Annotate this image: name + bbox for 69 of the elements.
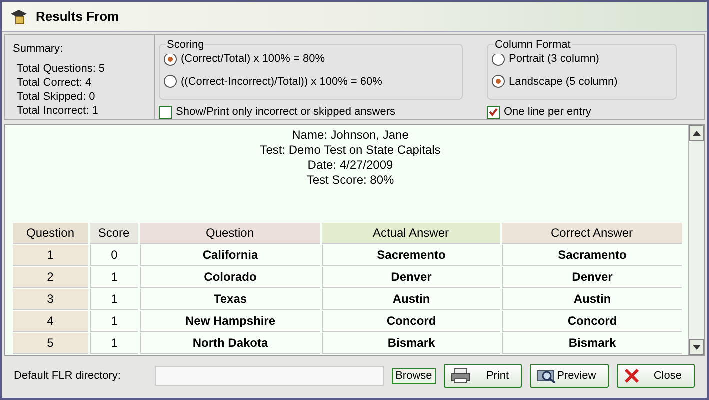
- column-header: Question: [140, 223, 320, 244]
- table-cell: Sacramento: [502, 245, 682, 266]
- column-header: Actual Answer: [322, 223, 500, 244]
- print-button[interactable]: Print: [444, 364, 522, 388]
- table-cell: Concord: [322, 311, 500, 332]
- summary-line: Total Incorrect: 1: [16, 104, 100, 118]
- radio-label: Landscape (5 column): [509, 74, 618, 90]
- directory-label: Default FLR directory:: [14, 368, 122, 384]
- table-cell: Concord: [502, 311, 682, 332]
- table-cell: 0: [90, 245, 138, 266]
- table-cell: 5: [13, 333, 88, 354]
- checkbox-label: Show/Print only incorrect or skipped answers: [176, 105, 396, 120]
- radio-option[interactable]: (Correct/Total) x 100% = 80%: [164, 51, 458, 68]
- table-cell: California: [140, 245, 320, 266]
- window-title: Results From: [36, 8, 120, 26]
- table-cell: 2: [13, 267, 88, 288]
- radio-button[interactable]: [492, 75, 505, 88]
- preview-icon: [537, 368, 558, 384]
- report-header-line: Name: Johnson, Jane: [292, 128, 409, 143]
- preview-button[interactable]: Preview: [530, 364, 610, 388]
- table-cell: Colorado: [140, 267, 320, 288]
- close-icon: [624, 368, 640, 384]
- checkbox[interactable]: [159, 106, 172, 119]
- table-cell: 1: [13, 245, 88, 266]
- report-header-line: Test Score: 80%: [306, 173, 394, 188]
- group-heading: Scoring: [166, 37, 206, 54]
- directory-field[interactable]: [155, 366, 384, 386]
- report-header-line: Test: Demo Test on State Capitals: [260, 143, 441, 158]
- column-header: Question: [13, 223, 88, 244]
- printer-icon: [451, 368, 472, 384]
- graduation-cap-icon: [10, 8, 28, 26]
- report-header-line: Date: 4/27/2009: [308, 158, 394, 173]
- close-button[interactable]: Close: [617, 364, 695, 388]
- summary-line: Total Questions: 5: [16, 62, 106, 76]
- table-cell: 1: [90, 289, 138, 310]
- table-cell: 1: [90, 311, 138, 332]
- browse-button[interactable]: Browse: [392, 368, 436, 384]
- checkbox[interactable]: [487, 106, 500, 119]
- table-cell: 1: [90, 267, 138, 288]
- table-cell: Texas: [140, 289, 320, 310]
- scrollbar[interactable]: [688, 125, 704, 355]
- radio-option[interactable]: Portrait (3 column): [492, 51, 672, 68]
- radio-label: ((Correct-Incorrect)/Total)) x 100% = 60%: [181, 74, 382, 90]
- radio-label: Portrait (3 column): [509, 52, 600, 67]
- table-cell: Sacremento: [322, 245, 500, 266]
- table-cell: Austin: [322, 289, 500, 310]
- table-cell: North Dakota: [140, 333, 320, 354]
- group-heading: Column Format: [494, 37, 572, 54]
- table-cell: Denver: [322, 267, 500, 288]
- table-cell: 4: [13, 311, 88, 332]
- table-cell: 1: [90, 333, 138, 354]
- table-cell: New Hampshire: [140, 311, 320, 332]
- table-cell: Bismark: [502, 333, 682, 354]
- table-cell: Austin: [502, 289, 682, 310]
- table-cell: Denver: [502, 267, 682, 288]
- table-cell: 3: [13, 289, 88, 310]
- scroll-down-icon[interactable]: [689, 339, 704, 355]
- radio-label: (Correct/Total) x 100% = 80%: [181, 52, 325, 67]
- summary-heading: Summary:: [13, 42, 64, 57]
- column-header: Correct Answer: [502, 223, 682, 244]
- summary-line: Total Correct: 4: [16, 76, 93, 90]
- summary-line: Total Skipped: 0: [16, 90, 96, 104]
- table-cell: Bismark: [322, 333, 500, 354]
- checkbox-label: One line per entry: [504, 105, 592, 120]
- radio-button[interactable]: [164, 75, 177, 88]
- radio-option[interactable]: ((Correct-Incorrect)/Total)) x 100% = 60%: [164, 74, 458, 90]
- radio-option[interactable]: Landscape (5 column): [492, 74, 672, 90]
- scroll-up-icon[interactable]: [689, 125, 704, 141]
- column-header: Score: [90, 223, 138, 244]
